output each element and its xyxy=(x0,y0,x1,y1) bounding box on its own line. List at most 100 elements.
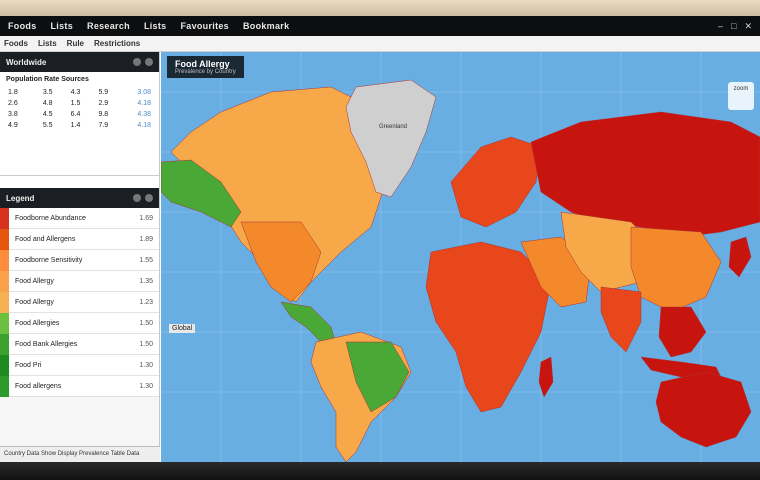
region-central-america[interactable] xyxy=(280,301,337,345)
stats-subtitle: Population Rate Sources xyxy=(6,76,89,83)
legend-swatch xyxy=(0,312,9,334)
legend-item[interactable]: Food allergens 1.30 xyxy=(0,375,159,397)
legend-swatch xyxy=(0,270,9,292)
stats-panel-header: Worldwide xyxy=(0,52,159,72)
panel-controls xyxy=(133,58,153,66)
settings-icon[interactable] xyxy=(133,194,141,202)
stats-cell: 2.9 xyxy=(98,100,109,107)
legend-value: 1.35 xyxy=(139,277,153,285)
toolbar-item[interactable]: Rule xyxy=(67,39,84,48)
stats-cell: 3.8 xyxy=(8,111,18,118)
legend-item[interactable]: Foodborne Abundance 1.69 xyxy=(0,207,159,229)
legend-swatch xyxy=(0,291,9,313)
legend-label: Food allergens xyxy=(15,382,62,390)
legend-value: 1.30 xyxy=(139,382,153,390)
legend-value: 1.50 xyxy=(139,319,153,327)
stats-cell: 1.4 xyxy=(70,122,81,129)
zoom-control[interactable]: zoom xyxy=(728,82,754,110)
legend-item[interactable]: Foodborne Sensitivity 1.55 xyxy=(0,249,159,271)
legend-item[interactable]: Food Allergies 1.50 xyxy=(0,312,159,334)
legend-swatch xyxy=(0,375,9,397)
stats-cell: 4.8 xyxy=(42,100,53,107)
close-icon[interactable] xyxy=(145,58,153,66)
legend-label: Foodborne Sensitivity xyxy=(15,256,83,264)
map-title-box: Food Allergy Prevalence by Country xyxy=(167,56,244,78)
legend-list: Foodborne Abundance 1.69 Food and Allergen… xyxy=(0,207,159,397)
legend-item[interactable]: Food Allergy 1.23 xyxy=(0,291,159,313)
legend-swatch xyxy=(0,228,9,250)
legend-label: Food Pri xyxy=(15,361,42,369)
divider xyxy=(0,176,159,188)
region-europe[interactable] xyxy=(450,136,542,228)
stats-row: 3.8 4.5 6.4 9.8 4.38 xyxy=(6,109,153,120)
settings-icon[interactable] xyxy=(133,58,141,66)
stats-table: 1.8 3.5 4.3 5.9 3.08 2.6 4.8 1.5 2.9 4.18 3.8 4.5 6.… xyxy=(6,87,153,131)
panel-controls xyxy=(133,194,153,202)
app-window: Foods Lists Research Lists Favourites Bo… xyxy=(0,16,760,462)
toolbar-item[interactable]: Foods xyxy=(4,39,28,48)
legend-swatch xyxy=(0,354,9,376)
monitor-bezel-top xyxy=(0,0,760,16)
stats-row: 4.9 5.5 1.4 7.9 4.18 xyxy=(6,120,153,131)
map-title: Food Allergy xyxy=(175,59,230,69)
menu-item[interactable]: Research xyxy=(87,21,130,31)
region-australia[interactable] xyxy=(655,371,752,448)
footer-note: Country Data Show Display Prevalence Tab… xyxy=(0,446,160,462)
stats-cell: 4.9 xyxy=(8,122,18,129)
region-japan[interactable] xyxy=(728,236,752,278)
legend-label: Food Allergies xyxy=(15,319,60,327)
stats-cell: 1.8 xyxy=(8,89,18,96)
stats-cell: 3.5 xyxy=(42,89,53,96)
stats-panel-title: Worldwide xyxy=(6,57,47,67)
toolbar-item[interactable]: Lists xyxy=(38,39,57,48)
menu-item[interactable]: Foods xyxy=(8,21,37,31)
legend-label: Food Bank Allergies xyxy=(15,340,78,348)
legend-item[interactable]: Food and Allergens 1.89 xyxy=(0,228,159,250)
toolbar-item[interactable]: Restrictions xyxy=(94,39,140,48)
stats-panel: Population Rate Sources 1.8 3.5 4.3 5.9 3.08… xyxy=(0,72,159,176)
region-southeast-asia[interactable] xyxy=(658,306,707,358)
map-view[interactable]: Food Allergy Prevalence by Country zoom … xyxy=(161,52,760,462)
legend-value: 1.23 xyxy=(139,298,153,306)
stats-row: 2.6 4.8 1.5 2.9 4.18 xyxy=(6,98,153,109)
legend-swatch xyxy=(0,249,9,271)
legend-panel-title: Legend xyxy=(6,193,35,203)
stats-cell: 4.38 xyxy=(137,111,151,118)
legend-value: 1.30 xyxy=(139,361,153,369)
close-icon[interactable] xyxy=(145,194,153,202)
stats-cell: 3.08 xyxy=(137,89,151,96)
stats-cell: 4.5 xyxy=(42,111,53,118)
stats-cell: 4.3 xyxy=(70,89,81,96)
legend-label: Food and Allergens xyxy=(15,235,76,243)
map-subtitle: Prevalence by Country xyxy=(175,69,236,75)
scale-label: Global xyxy=(169,324,196,333)
maximize-icon[interactable]: □ xyxy=(731,21,736,32)
stats-cell: 4.18 xyxy=(137,122,151,129)
legend-item[interactable]: Food Bank Allergies 1.50 xyxy=(0,333,159,355)
close-icon[interactable]: ✕ xyxy=(744,21,752,32)
stats-cell: 5.9 xyxy=(98,89,109,96)
menu-item[interactable]: Lists xyxy=(51,21,74,31)
legend-item[interactable]: Food Pri 1.30 xyxy=(0,354,159,376)
legend-swatch xyxy=(0,333,9,355)
legend-value: 1.69 xyxy=(139,214,153,222)
sidebar: Worldwide Population Rate Sources 1.8 3.5… xyxy=(0,52,160,462)
menu-item[interactable]: Favourites xyxy=(180,21,229,31)
window-controls: – □ ✕ xyxy=(718,21,760,32)
menu-item[interactable]: Lists xyxy=(144,21,167,31)
legend-label: Food Allergy xyxy=(15,298,54,306)
region-us-south[interactable] xyxy=(240,221,322,303)
stats-row: 1.8 3.5 4.3 5.9 3.08 xyxy=(6,87,153,98)
stats-cell: 5.5 xyxy=(42,122,53,129)
legend-value: 1.50 xyxy=(139,340,153,348)
region-india[interactable] xyxy=(600,286,642,353)
minimize-icon[interactable]: – xyxy=(718,21,723,32)
region-china[interactable] xyxy=(630,226,722,313)
stats-cell: 9.8 xyxy=(98,111,109,118)
legend-label: Food Allergy xyxy=(15,277,54,285)
legend-item[interactable]: Food Allergy 1.35 xyxy=(0,270,159,292)
world-map[interactable] xyxy=(161,52,760,462)
menu-item[interactable]: Bookmark xyxy=(243,21,289,31)
legend-value: 1.89 xyxy=(139,235,153,243)
legend-panel-header: Legend xyxy=(0,188,159,208)
